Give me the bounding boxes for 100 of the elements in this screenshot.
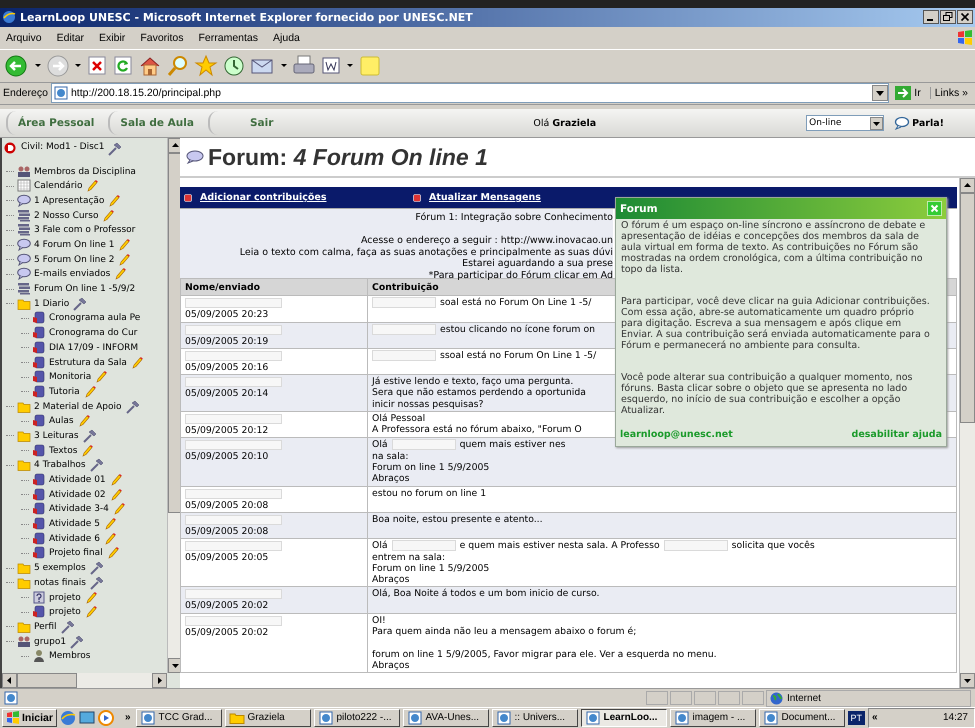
nav-tab[interactable]: Sala de Aula: [108, 111, 208, 136]
hammer-icon[interactable]: [107, 142, 122, 156]
tree-link[interactable]: Membros da Disciplina: [34, 166, 136, 177]
nav-tab[interactable]: Sair: [208, 111, 314, 136]
tree-link[interactable]: Atividade 01: [49, 475, 106, 486]
taskbar-button[interactable]: Document...: [758, 708, 844, 727]
hammer-icon[interactable]: [88, 576, 103, 590]
tree-link[interactable]: DIA 17/09 - INFORM: [49, 342, 138, 353]
tree-link[interactable]: E-mails enviados: [34, 269, 110, 280]
tree-link[interactable]: Membros: [49, 651, 90, 662]
tree-link[interactable]: projeto: [49, 607, 81, 618]
tree-link[interactable]: Calendário: [34, 181, 82, 192]
tree-link[interactable]: Atividade 6: [49, 534, 100, 544]
tree-link[interactable]: Perfil: [34, 622, 57, 632]
history-icon[interactable]: [222, 54, 246, 78]
pencil-icon[interactable]: [76, 414, 91, 428]
action-link[interactable]: Adicionar contribuições: [200, 192, 326, 204]
hammer-icon[interactable]: [82, 428, 96, 443]
pencil-icon[interactable]: [102, 517, 117, 532]
taskbar-button[interactable]: AVA-Unes...: [402, 708, 488, 727]
pencil-icon[interactable]: [130, 356, 144, 370]
pencil-icon[interactable]: [82, 384, 97, 399]
scrollbar-track[interactable]: [167, 138, 180, 674]
pencil-icon[interactable]: [117, 252, 132, 267]
address-field[interactable]: http://200.18.15.20/principal.php: [50, 83, 890, 104]
tree-link[interactable]: notas finais: [34, 578, 86, 588]
menu-item[interactable]: Exibir: [99, 32, 126, 44]
dropdown-icon[interactable]: [872, 85, 888, 102]
restore-icon[interactable]: [940, 10, 956, 24]
tree-link[interactable]: grupo1: [34, 636, 66, 647]
pencil-icon[interactable]: [94, 370, 108, 384]
scroll-up-icon[interactable]: [168, 138, 180, 154]
pencil-icon[interactable]: [102, 532, 117, 546]
tree-link[interactable]: 3 Leituras: [34, 430, 79, 441]
pencil-icon[interactable]: [84, 590, 98, 605]
tray-collapse-button[interactable]: «: [872, 712, 878, 724]
nav-tab[interactable]: Área Pessoal: [6, 111, 108, 136]
tree-link[interactable]: Aulas: [49, 416, 74, 426]
media-player-icon[interactable]: [98, 710, 114, 726]
tree-link[interactable]: Atividade 3-4: [49, 504, 109, 514]
tree-link[interactable]: Cronograma do Cur: [49, 328, 138, 338]
status-dropdown[interactable]: On-line: [806, 115, 884, 132]
pencil-icon[interactable]: [106, 546, 120, 560]
taskbar-button[interactable]: :: Univers...: [492, 708, 578, 727]
tree-link[interactable]: 2 Nosso Curso: [34, 210, 98, 221]
tree-link[interactable]: projeto: [49, 592, 81, 603]
tree-link[interactable]: Atividade 5: [49, 519, 100, 530]
search-icon[interactable]: [166, 54, 190, 78]
tree-link[interactable]: Civil: Mod1 - Disc1: [21, 142, 104, 152]
hammer-icon[interactable]: [124, 400, 139, 414]
tree-link[interactable]: Atividade 02: [49, 490, 106, 500]
hammer-icon[interactable]: [88, 458, 103, 472]
tree-link[interactable]: 3 Fale com o Professor: [34, 225, 136, 236]
tree-link[interactable]: 4 Trabalhos: [34, 460, 86, 470]
pencil-icon[interactable]: [85, 179, 100, 194]
tree-link[interactable]: 5 Forum On line 2: [34, 254, 114, 265]
scrollbar-thumb[interactable]: [17, 673, 77, 688]
pencil-icon[interactable]: [101, 208, 116, 223]
pencil-icon[interactable]: [80, 444, 94, 458]
expand-button[interactable]: »: [116, 712, 132, 724]
hammer-icon[interactable]: [60, 620, 74, 634]
close-icon[interactable]: [957, 10, 973, 24]
tree-link[interactable]: 1 Diario: [34, 298, 70, 309]
desktop-icon[interactable]: [78, 710, 95, 726]
star-icon[interactable]: [194, 54, 218, 78]
tree-link[interactable]: Cronograma aula Pe: [49, 313, 140, 324]
hammer-icon[interactable]: [72, 296, 86, 311]
scrollbar-track[interactable]: [2, 673, 167, 688]
scroll-left-icon[interactable]: [2, 673, 17, 688]
pencil-icon[interactable]: [108, 488, 123, 502]
action-link[interactable]: Atualizar Mensagens: [429, 192, 541, 204]
taskbar-button[interactable]: TCC Grad...: [136, 708, 222, 727]
scroll-down-icon[interactable]: [960, 673, 975, 688]
tree-link[interactable]: 2 Material de Apoio: [34, 402, 122, 412]
language-indicator[interactable]: PT: [848, 710, 866, 725]
menu-item[interactable]: Arquivo: [6, 32, 42, 44]
tree-link[interactable]: 1 Apresentação: [34, 196, 104, 206]
tree-link[interactable]: Projeto final: [49, 548, 103, 558]
start-button[interactable]: Iniciar: [2, 708, 57, 727]
hammer-icon[interactable]: [88, 561, 103, 576]
links-button[interactable]: Links »: [930, 87, 972, 100]
pencil-icon[interactable]: [84, 605, 98, 620]
tree-link[interactable]: Textos: [49, 446, 78, 456]
menu-item[interactable]: Editar: [56, 32, 84, 44]
tree-link[interactable]: Tutoria: [49, 386, 80, 397]
pencil-icon[interactable]: [112, 502, 126, 516]
chat-button[interactable]: Parla!: [888, 115, 950, 132]
tree-link[interactable]: 5 exemplos: [34, 563, 86, 574]
minimize-icon[interactable]: [923, 10, 939, 24]
scroll-down-icon[interactable]: [168, 658, 180, 674]
tree-link[interactable]: Forum On line 1 -5/9/2: [34, 284, 136, 294]
tree-link[interactable]: Monitoria: [49, 372, 92, 382]
menu-item[interactable]: Ajuda: [273, 32, 300, 44]
taskbar-button[interactable]: LearnLoo...: [580, 708, 666, 727]
menu-item[interactable]: Favoritos: [140, 32, 184, 44]
browser-icon[interactable]: [60, 710, 76, 726]
scroll-up-icon[interactable]: [960, 178, 975, 194]
taskbar-button[interactable]: imagem - ...: [670, 708, 756, 727]
tree-link[interactable]: 4 Forum On line 1: [34, 240, 114, 250]
pencil-icon[interactable]: [108, 473, 123, 488]
